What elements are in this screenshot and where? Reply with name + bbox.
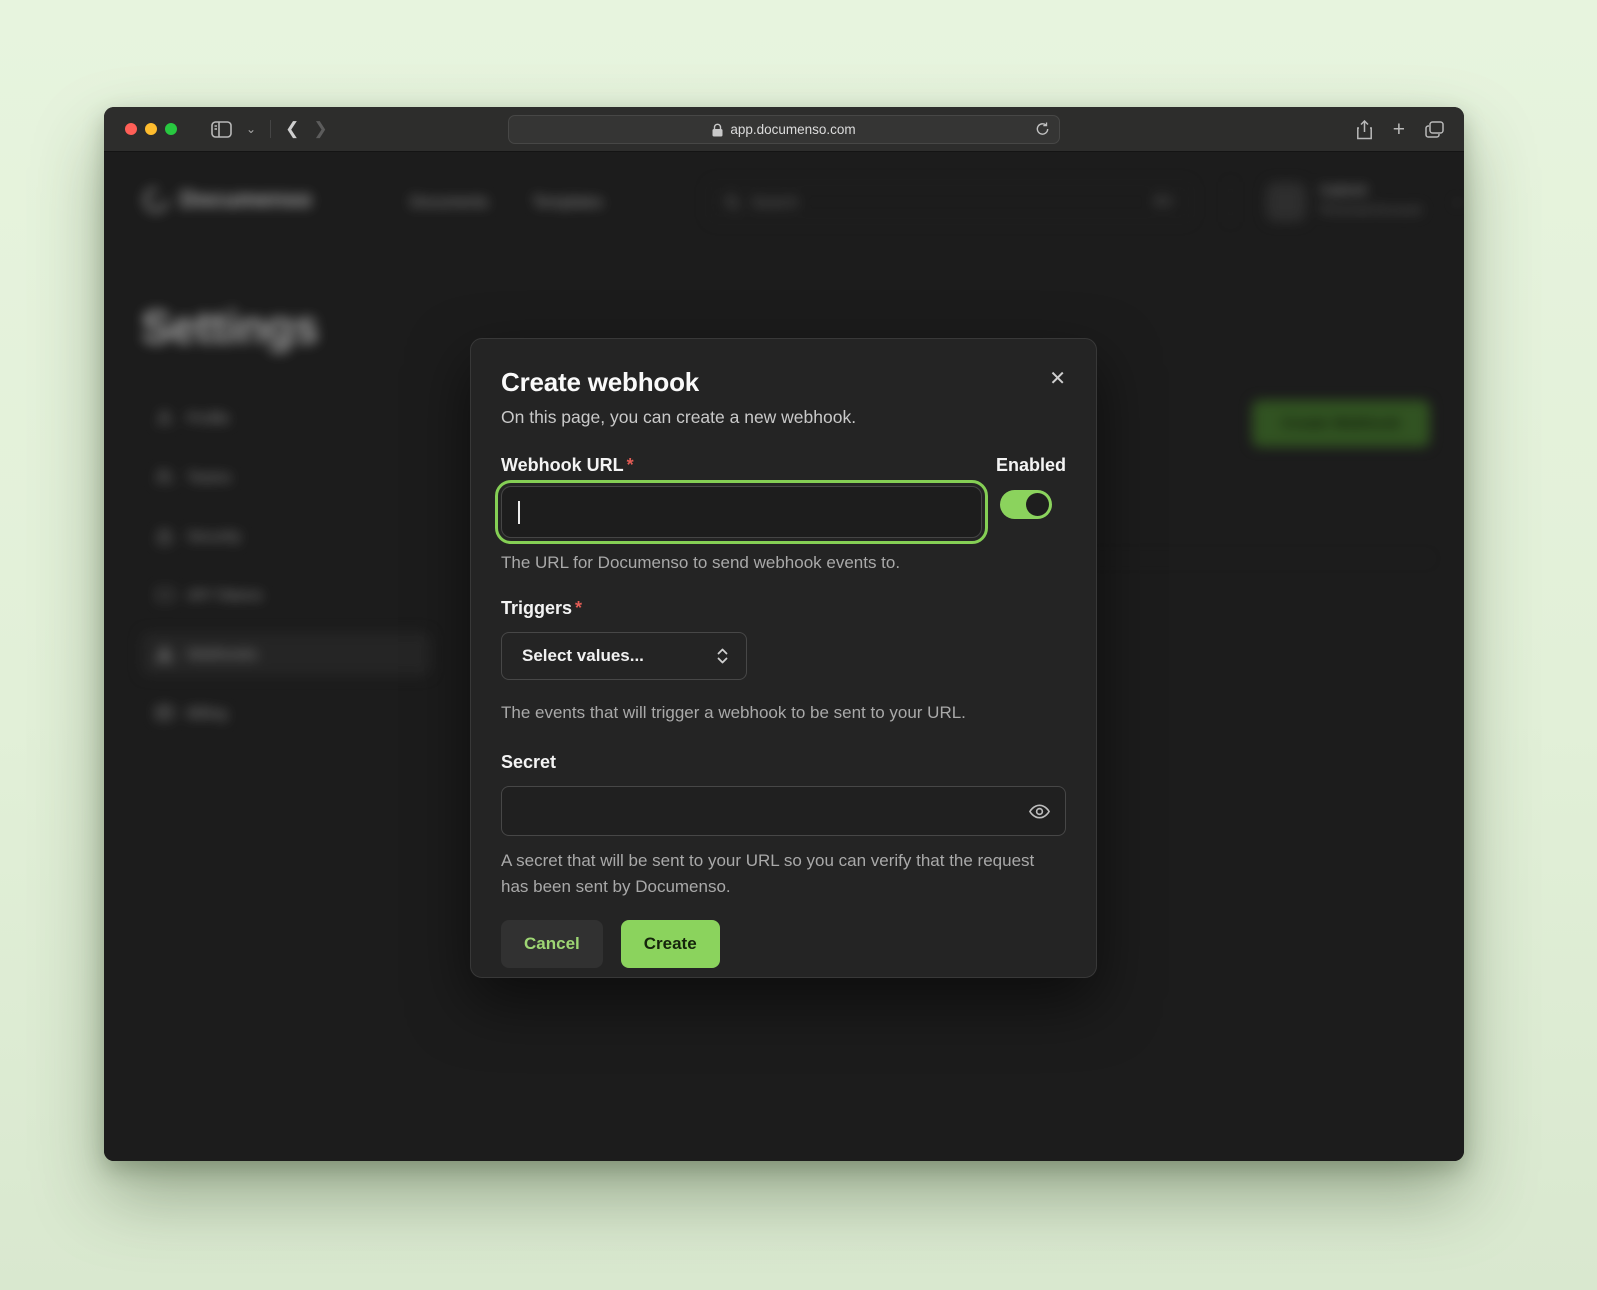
show-secret-button[interactable] (1028, 800, 1051, 826)
enabled-toggle[interactable] (1000, 490, 1052, 519)
toolbar-divider (270, 120, 271, 138)
share-icon[interactable] (1356, 120, 1373, 140)
webhook-url-input[interactable] (501, 486, 982, 538)
webhook-url-helper: The URL for Documenso to send webhook ev… (501, 553, 1066, 573)
browser-toolbar: ⌄ ❮ ❯ app.documenso.com + (104, 107, 1464, 152)
enabled-label: Enabled (996, 455, 1066, 476)
triggers-select-placeholder: Select values... (522, 646, 644, 666)
triggers-helper: The events that will trigger a webhook t… (501, 703, 1066, 723)
zoom-window-button[interactable] (165, 123, 177, 135)
address-bar[interactable]: app.documenso.com (508, 115, 1060, 144)
toggle-knob (1026, 493, 1049, 516)
browser-window: ⌄ ❮ ❯ app.documenso.com + (104, 107, 1464, 1161)
close-icon[interactable]: ✕ (1049, 369, 1066, 389)
forward-button[interactable]: ❯ (313, 119, 327, 139)
create-webhook-dialog: Create webhook ✕ On this page, you can c… (470, 338, 1097, 978)
address-text: app.documenso.com (730, 122, 855, 137)
create-button[interactable]: Create (621, 920, 720, 968)
new-tab-icon[interactable]: + (1393, 119, 1405, 140)
select-chevrons-icon (716, 647, 729, 665)
dialog-description: On this page, you can create a new webho… (501, 407, 1066, 428)
text-cursor (518, 501, 520, 524)
close-window-button[interactable] (125, 123, 137, 135)
back-button[interactable]: ❮ (285, 119, 299, 139)
lock-icon (712, 123, 723, 137)
secret-input[interactable] (501, 786, 1066, 836)
secret-label: Secret (501, 752, 1066, 773)
triggers-select[interactable]: Select values... (501, 632, 747, 680)
reload-icon[interactable] (1035, 121, 1050, 140)
tab-overview-icon[interactable] (1425, 121, 1444, 138)
sidebar-toggle-icon[interactable] (211, 121, 232, 138)
webhook-url-label: Webhook URL* (501, 455, 634, 476)
traffic-lights (125, 123, 177, 135)
eye-icon (1028, 800, 1051, 823)
required-asterisk: * (575, 598, 582, 618)
required-asterisk: * (627, 455, 634, 475)
secret-helper: A secret that will be sent to your URL s… (501, 848, 1046, 899)
minimize-window-button[interactable] (145, 123, 157, 135)
sidebar-chevron-icon[interactable]: ⌄ (246, 122, 256, 136)
dialog-title: Create webhook (501, 367, 699, 398)
cancel-button[interactable]: Cancel (501, 920, 603, 968)
triggers-label: Triggers* (501, 598, 1066, 619)
